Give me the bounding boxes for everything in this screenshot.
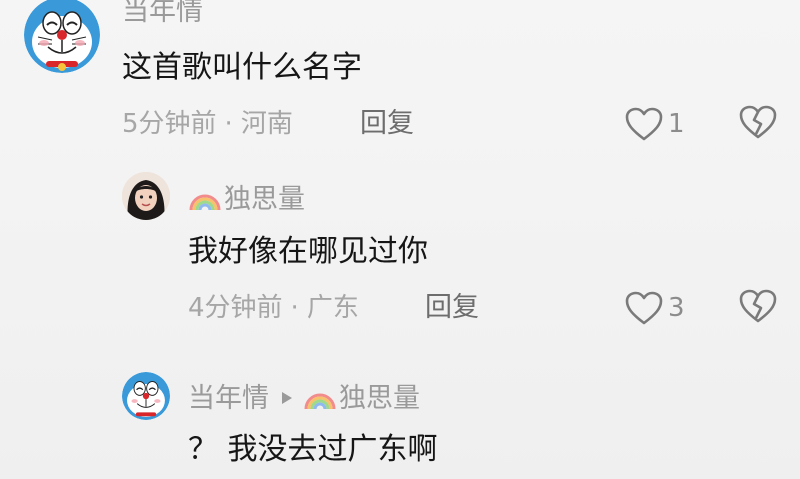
comment-meta: 5分钟前 · 河南 [122, 108, 293, 140]
comment-time: 5分钟前 [122, 109, 217, 139]
like-button[interactable]: 1 [624, 104, 685, 144]
reply-time: 4分钟前 [188, 293, 283, 323]
heart-outline-icon [625, 107, 663, 141]
reply-arrow-icon [282, 392, 292, 404]
reply-meta: 4分钟前 · 广东 [188, 292, 359, 324]
rainbow-icon [304, 393, 336, 410]
comment-location: 河南 [240, 109, 293, 139]
reply-to-username[interactable]: 独思量 [339, 383, 420, 414]
reply-username[interactable]: 当年情 独思量 [188, 381, 420, 415]
reply-button[interactable]: 回复 [425, 292, 479, 324]
comment-list: 当年情 这首歌叫什么名字 5分钟前 · 河南 回复 1 独思量 我好像在哪见过你… [0, 0, 800, 479]
girl-avatar-icon[interactable] [122, 172, 170, 220]
reply-text: 我好像在哪见过你 [188, 234, 428, 269]
doraemon-avatar-icon[interactable] [122, 372, 170, 420]
like-count: 3 [668, 293, 685, 323]
reply-username[interactable]: 独思量 [188, 182, 305, 216]
doraemon-avatar-icon[interactable] [24, 0, 100, 73]
heart-outline-icon [625, 291, 663, 325]
broken-heart-icon [739, 105, 777, 139]
dislike-button[interactable] [738, 288, 778, 328]
reply-username-text: 独思量 [224, 184, 305, 215]
reply-location: 广东 [306, 293, 359, 323]
reply-text: ？ 我没去过广东啊 [188, 432, 438, 467]
comment-text: 这首歌叫什么名字 [122, 50, 362, 85]
rainbow-icon [189, 194, 221, 211]
reply-button[interactable]: 回复 [360, 108, 414, 140]
comment-username[interactable]: 当年情 [122, 0, 203, 28]
dislike-button[interactable] [738, 104, 778, 144]
like-button[interactable]: 3 [624, 288, 685, 328]
broken-heart-icon [739, 289, 777, 323]
reply-username-text: 当年情 [188, 383, 269, 414]
meta-separator: · [224, 109, 233, 139]
like-count: 1 [668, 109, 685, 139]
meta-separator: · [290, 293, 299, 323]
